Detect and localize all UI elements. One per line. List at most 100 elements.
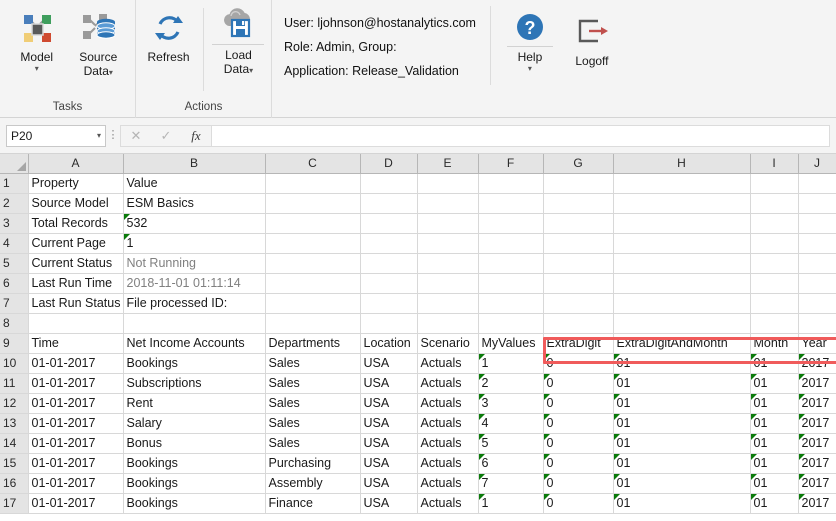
column-header-f[interactable]: F: [478, 154, 544, 174]
cell-a5[interactable]: Current Status: [28, 253, 124, 274]
cell-g17[interactable]: 0: [543, 493, 614, 514]
cell-i9-month[interactable]: Month: [750, 333, 799, 354]
row-header-15[interactable]: 15: [0, 453, 29, 474]
cell-h7[interactable]: [613, 293, 751, 314]
cell-h16[interactable]: 01: [613, 473, 751, 494]
cell-h2[interactable]: [613, 193, 751, 214]
cell-d12[interactable]: USA: [360, 393, 418, 414]
table-row[interactable]: 2 Source Model ESM Basics: [0, 193, 836, 214]
cell-b3[interactable]: 532: [123, 213, 266, 234]
cell-g14[interactable]: 0: [543, 433, 614, 454]
cell-j9-year[interactable]: Year: [798, 333, 836, 354]
column-header-e[interactable]: E: [417, 154, 479, 174]
cell-a10[interactable]: 01-01-2017: [28, 353, 124, 374]
cell-d16[interactable]: USA: [360, 473, 418, 494]
cell-i8[interactable]: [750, 313, 799, 334]
cell-h17[interactable]: 01: [613, 493, 751, 514]
cell-c14[interactable]: Sales: [265, 433, 361, 454]
table-row[interactable]: 10 01-01-2017 Bookings Sales USA Actuals…: [0, 353, 836, 374]
name-box-caret-icon[interactable]: ▾: [97, 131, 101, 140]
table-row[interactable]: 14 01-01-2017 Bonus Sales USA Actuals 5 …: [0, 433, 836, 454]
cell-h4[interactable]: [613, 233, 751, 254]
table-row[interactable]: 3 Total Records 532: [0, 213, 836, 234]
help-button[interactable]: ? Help ▾: [499, 6, 561, 73]
cell-f9-myvalues[interactable]: MyValues: [478, 333, 544, 354]
cell-b10[interactable]: Bookings: [123, 353, 266, 374]
row-header-7[interactable]: 7: [0, 293, 29, 314]
cell-f1[interactable]: [478, 173, 544, 194]
cell-a16[interactable]: 01-01-2017: [28, 473, 124, 494]
cell-b4[interactable]: 1: [123, 233, 266, 254]
cell-e4[interactable]: [417, 233, 479, 254]
cell-d9-location[interactable]: Location: [360, 333, 418, 354]
cell-j6[interactable]: [798, 273, 836, 294]
cell-e7[interactable]: [417, 293, 479, 314]
cell-i7[interactable]: [750, 293, 799, 314]
cell-g3[interactable]: [543, 213, 614, 234]
cell-j4[interactable]: [798, 233, 836, 254]
cell-g10[interactable]: 0: [543, 353, 614, 374]
cell-j16[interactable]: 2017: [798, 473, 836, 494]
refresh-button[interactable]: Refresh: [142, 4, 195, 64]
row-header-17[interactable]: 17: [0, 493, 29, 514]
model-button[interactable]: Model ▾: [6, 4, 68, 73]
cell-h15[interactable]: 01: [613, 453, 751, 474]
cell-b14[interactable]: Bonus: [123, 433, 266, 454]
cell-f11[interactable]: 2: [478, 373, 544, 394]
cell-d8[interactable]: [360, 313, 418, 334]
cell-f14[interactable]: 5: [478, 433, 544, 454]
cell-b9-net-income-accounts[interactable]: Net Income Accounts: [123, 333, 266, 354]
cell-g16[interactable]: 0: [543, 473, 614, 494]
cell-e2[interactable]: [417, 193, 479, 214]
source-data-dropdown-caret-icon[interactable]: ▾: [109, 68, 113, 77]
cell-e14[interactable]: Actuals: [417, 433, 479, 454]
cell-i11[interactable]: 01: [750, 373, 799, 394]
cell-c10[interactable]: Sales: [265, 353, 361, 374]
cell-f13[interactable]: 4: [478, 413, 544, 434]
cell-f4[interactable]: [478, 233, 544, 254]
column-header-b[interactable]: B: [123, 154, 266, 174]
column-header-j[interactable]: J: [798, 154, 836, 174]
cell-e10[interactable]: Actuals: [417, 353, 479, 374]
insert-function-icon[interactable]: fx: [181, 126, 211, 146]
cell-d13[interactable]: USA: [360, 413, 418, 434]
row-header-8[interactable]: 8: [0, 313, 29, 334]
cell-b12[interactable]: Rent: [123, 393, 266, 414]
table-row[interactable]: 15 01-01-2017 Bookings Purchasing USA Ac…: [0, 453, 836, 474]
cell-f2[interactable]: [478, 193, 544, 214]
cell-d6[interactable]: [360, 273, 418, 294]
cell-j12[interactable]: 2017: [798, 393, 836, 414]
cell-g4[interactable]: [543, 233, 614, 254]
cell-d5[interactable]: [360, 253, 418, 274]
cell-f12[interactable]: 3: [478, 393, 544, 414]
cell-g12[interactable]: 0: [543, 393, 614, 414]
cell-g6[interactable]: [543, 273, 614, 294]
cell-c12[interactable]: Sales: [265, 393, 361, 414]
logoff-button[interactable]: Logoff: [561, 6, 623, 68]
cell-i10[interactable]: 01: [750, 353, 799, 374]
cell-b1[interactable]: Value: [123, 173, 266, 194]
cell-a17[interactable]: 01-01-2017: [28, 493, 124, 514]
cell-b17[interactable]: Bookings: [123, 493, 266, 514]
cell-f16[interactable]: 7: [478, 473, 544, 494]
cell-e12[interactable]: Actuals: [417, 393, 479, 414]
cell-d11[interactable]: USA: [360, 373, 418, 394]
table-row[interactable]: 7 Last Run Status File processed ID:: [0, 293, 836, 314]
cell-j17[interactable]: 2017: [798, 493, 836, 514]
cell-g2[interactable]: [543, 193, 614, 214]
cell-b11[interactable]: Subscriptions: [123, 373, 266, 394]
cell-c1[interactable]: [265, 173, 361, 194]
table-row[interactable]: 13 01-01-2017 Salary Sales USA Actuals 4…: [0, 413, 836, 434]
cell-b8[interactable]: [123, 313, 266, 334]
cell-a8[interactable]: [28, 313, 124, 334]
cell-e17[interactable]: Actuals: [417, 493, 479, 514]
cell-f17[interactable]: 1: [478, 493, 544, 514]
cell-f7[interactable]: [478, 293, 544, 314]
cell-i5[interactable]: [750, 253, 799, 274]
cell-d17[interactable]: USA: [360, 493, 418, 514]
column-header-a[interactable]: A: [28, 154, 124, 174]
cell-b6[interactable]: 2018-11-01 01:11:14: [123, 273, 266, 294]
row-header-1[interactable]: 1: [0, 173, 29, 194]
cell-j11[interactable]: 2017: [798, 373, 836, 394]
cell-c9-departments[interactable]: Departments: [265, 333, 361, 354]
